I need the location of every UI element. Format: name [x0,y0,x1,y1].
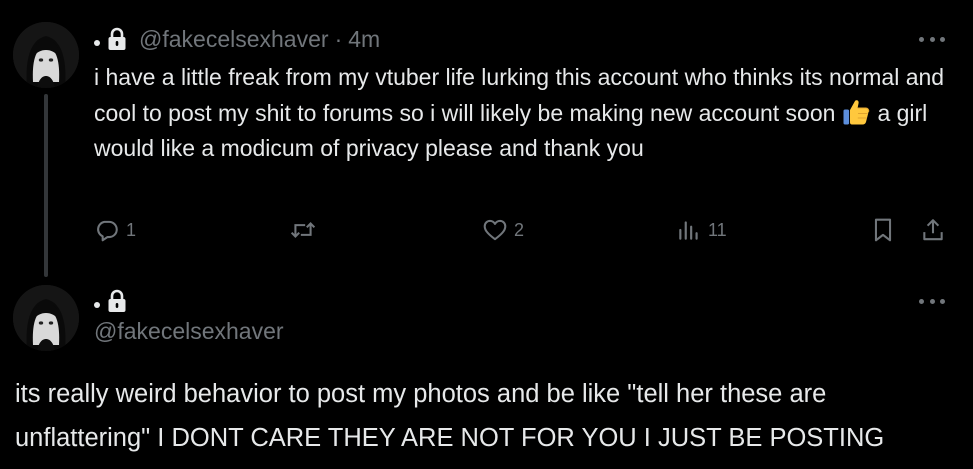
avatar[interactable] [13,22,79,88]
views-icon [676,217,702,243]
thread-line [44,94,48,277]
thumbs-up-icon [841,97,871,127]
repost-button[interactable] [288,214,324,246]
views-count: 11 [708,219,727,240]
reply-button[interactable]: 1 [94,214,136,246]
bookmark-icon [871,217,895,243]
views-button[interactable]: 11 [676,214,727,246]
display-name-dot [94,40,100,46]
lock-icon [107,289,127,313]
lock-icon [107,27,127,51]
display-name-dot [94,302,100,308]
author-handle[interactable]: @fakecelsexhaver [139,26,329,53]
post-text: i have a little freak from my vtuber lif… [94,60,954,167]
more-icon[interactable] [919,296,945,306]
header-separator: · [334,25,343,52]
post-header: @fakecelsexhaver · 4m [94,22,380,56]
repost-icon [288,217,318,243]
author-handle[interactable]: @fakecelsexhaver [94,318,284,345]
avatar[interactable] [13,285,79,351]
like-icon [482,217,508,243]
post-text-part-1: i have a little freak from my vtuber lif… [94,64,945,126]
reply-icon [94,217,120,243]
post-time[interactable]: 4m [348,26,380,53]
like-count: 2 [514,219,525,240]
more-icon[interactable] [919,34,945,44]
bookmark-button[interactable] [871,214,895,246]
share-icon [920,217,946,243]
share-button[interactable] [920,214,946,246]
post-text: its really weird behavior to post my pho… [15,380,885,452]
post-header [94,287,139,315]
reply-count: 1 [126,219,137,240]
like-button[interactable]: 2 [482,214,524,246]
